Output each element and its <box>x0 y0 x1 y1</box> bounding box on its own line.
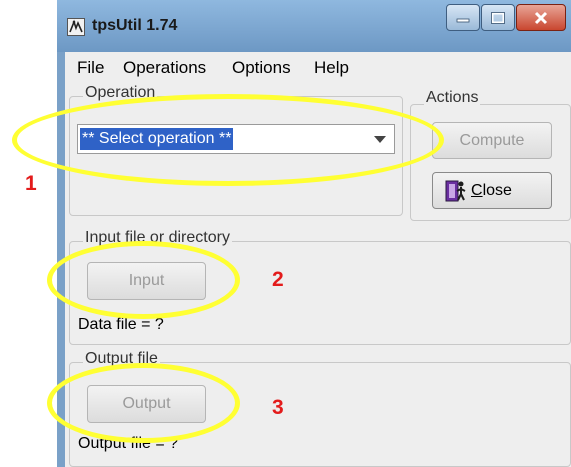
window-title: tpsUtil 1.74 <box>92 17 178 34</box>
highlight-ring-input <box>47 241 240 319</box>
maximize-icon <box>491 11 505 24</box>
menu-options[interactable]: Options <box>232 58 291 78</box>
compute-label: Compute <box>459 132 525 149</box>
tpsutil-app-icon[interactable] <box>67 18 85 36</box>
close-icon <box>534 11 548 24</box>
minimize-button[interactable] <box>446 4 480 31</box>
highlight-ring-output <box>47 363 240 443</box>
title-bar[interactable]: tpsUtil 1.74 <box>57 0 571 52</box>
close-label: Close <box>471 182 512 199</box>
close-button[interactable]: Close <box>432 172 552 209</box>
menu-operations[interactable]: Operations <box>123 58 206 78</box>
minimize-icon <box>456 18 470 22</box>
annotation-number-1: 1 <box>25 172 37 195</box>
menu-bar: File Operations Options Help <box>65 52 571 86</box>
door-exit-icon <box>445 180 466 202</box>
annotation-number-2: 2 <box>272 268 284 291</box>
close-window-button[interactable] <box>516 4 566 31</box>
highlight-ring-operation <box>12 94 444 186</box>
maximize-button[interactable] <box>481 4 515 31</box>
menu-help[interactable]: Help <box>314 58 349 78</box>
compute-button[interactable]: Compute <box>432 122 552 159</box>
actions-legend: Actions <box>424 89 481 107</box>
menu-file[interactable]: File <box>77 58 104 78</box>
annotation-number-3: 3 <box>272 396 284 419</box>
